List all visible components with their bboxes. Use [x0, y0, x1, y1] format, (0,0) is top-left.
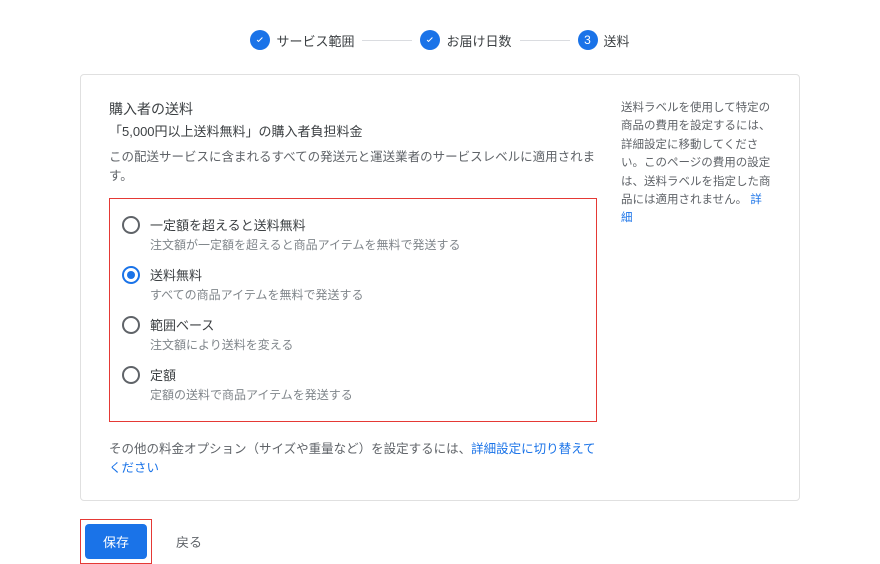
- radio-desc: 定額の送料で商品アイテムを発送する: [150, 386, 353, 403]
- radio-title: 定額: [150, 365, 353, 384]
- step-shipping: 3 送料: [578, 30, 630, 50]
- other-options-prefix: その他の料金オプション（サイズや重量など）を設定するには、: [109, 442, 471, 456]
- radio-free-shipping[interactable]: 送料無料 すべての商品アイテムを無料で発送する: [122, 259, 584, 309]
- radio-range-based[interactable]: 範囲ベース 注文額により送料を変える: [122, 309, 584, 359]
- radio-title: 範囲ベース: [150, 315, 293, 334]
- section-subtitle: 「5,000円以上送料無料」の購入者負担料金: [109, 121, 597, 140]
- form-actions: 保存 戻る: [80, 519, 800, 564]
- radio-desc: 注文額が一定額を超えると商品アイテムを無料で発送する: [150, 236, 460, 253]
- step-separator: [520, 40, 570, 41]
- step-separator: [362, 40, 412, 41]
- section-title: 購入者の送料: [109, 99, 597, 119]
- step-delivery-days: お届け日数: [420, 30, 511, 50]
- radio-title: 送料無料: [150, 265, 363, 284]
- radio-free-over-amount[interactable]: 一定額を超えると送料無料 注文額が一定額を超えると商品アイテムを無料で発送する: [122, 209, 584, 259]
- check-circle-icon: [420, 30, 440, 50]
- radio-icon: [122, 216, 140, 234]
- back-button[interactable]: 戻る: [162, 524, 216, 559]
- shipping-card: 購入者の送料 「5,000円以上送料無料」の購入者負担料金 この配送サービスに含…: [80, 74, 800, 501]
- step-label: 送料: [604, 31, 630, 50]
- stepper: サービス範囲 お届け日数 3 送料: [80, 20, 800, 74]
- radio-desc: すべての商品アイテムを無料で発送する: [150, 286, 363, 303]
- radio-flat-rate[interactable]: 定額 定額の送料で商品アイテムを発送する: [122, 359, 584, 409]
- save-button[interactable]: 保存: [85, 524, 147, 559]
- radio-icon: [122, 366, 140, 384]
- radio-title: 一定額を超えると送料無料: [150, 215, 460, 234]
- radio-icon: [122, 316, 140, 334]
- main-column: 購入者の送料 「5,000円以上送料無料」の購入者負担料金 この配送サービスに含…: [109, 99, 597, 476]
- other-options-text: その他の料金オプション（サイズや重量など）を設定するには、詳細設定に切り替えてく…: [109, 438, 597, 476]
- step-service-area: サービス範囲: [250, 30, 354, 50]
- step-label: お届け日数: [446, 31, 511, 50]
- check-circle-icon: [250, 30, 270, 50]
- step-number-icon: 3: [578, 30, 598, 50]
- step-label: サービス範囲: [276, 31, 354, 50]
- section-description: この配送サービスに含まれるすべての発送元と運送業者のサービスレベルに適用されます…: [109, 146, 597, 184]
- save-button-highlight: 保存: [80, 519, 152, 564]
- side-text: 送料ラベルを使用して特定の商品の費用を設定するには、詳細設定に移動してください。…: [621, 102, 771, 206]
- radio-desc: 注文額により送料を変える: [150, 336, 293, 353]
- shipping-rate-radio-group: 一定額を超えると送料無料 注文額が一定額を超えると商品アイテムを無料で発送する …: [109, 198, 597, 422]
- radio-icon: [122, 266, 140, 284]
- side-column: 送料ラベルを使用して特定の商品の費用を設定するには、詳細設定に移動してください。…: [621, 99, 771, 476]
